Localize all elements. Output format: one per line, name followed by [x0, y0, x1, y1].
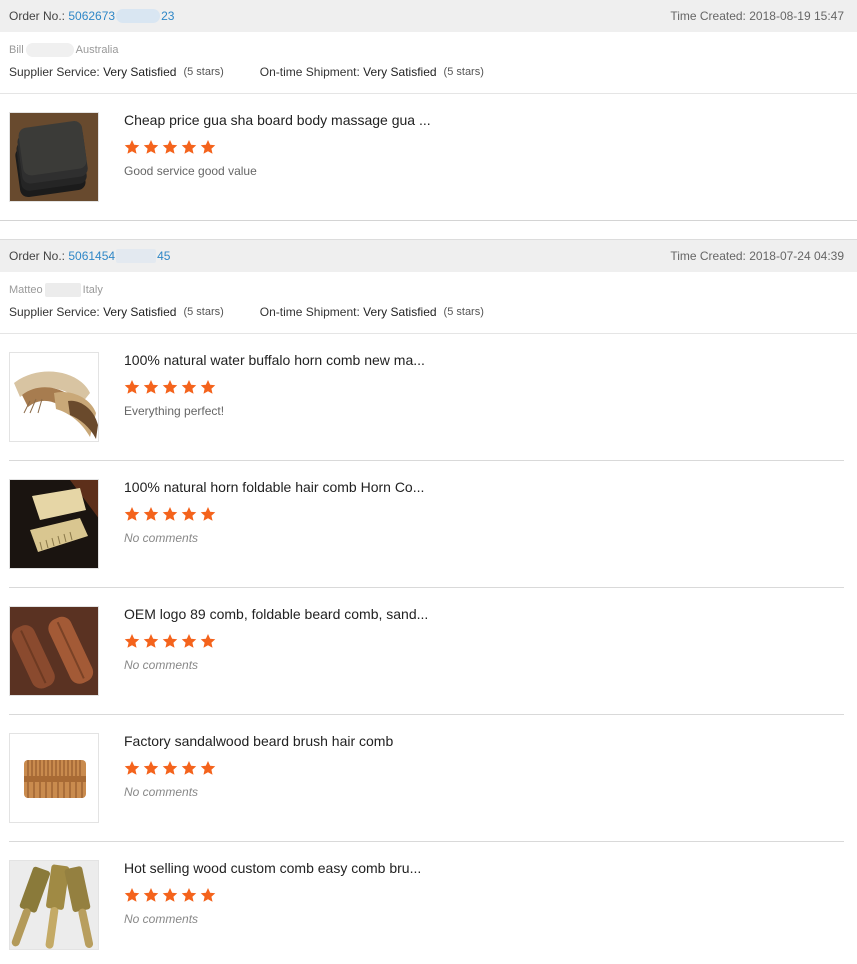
product-name[interactable]: OEM logo 89 comb, foldable beard comb, s… [124, 606, 428, 622]
star-icon [162, 380, 178, 394]
buyer-name: Bill Australia [9, 42, 119, 57]
star-icon [181, 507, 197, 521]
product-name[interactable]: Factory sandalwood beard brush hair comb [124, 733, 393, 749]
order-ratings: Supplier Service: Very Satisfied (5 stars… [9, 304, 848, 320]
buyer-info: Bill Australia Supplier Service: Very Sat… [0, 32, 857, 80]
redacted-mask [25, 42, 74, 57]
star-icon [124, 507, 140, 521]
review-item: Hot selling wood custom comb easy comb b… [9, 842, 844, 964]
review-item: Factory sandalwood beard brush hair comb… [9, 715, 844, 842]
product-thumbnail[interactable] [9, 606, 99, 696]
order-card: Order No.: 5062673 23 Time Created: 2018-… [0, 0, 857, 221]
product-thumbnail[interactable] [9, 112, 99, 202]
redacted-mask [116, 249, 157, 264]
order-number: Order No.: 5062673 23 [9, 9, 174, 24]
order-number-label: Order No.: [9, 8, 66, 23]
product-thumbnail[interactable] [9, 479, 99, 569]
time-created: Time Created: 2018-08-19 15:47 [670, 9, 844, 23]
star-icon [162, 888, 178, 902]
star-icon [200, 761, 216, 775]
star-icon [143, 888, 159, 902]
order-number-link[interactable]: 5061454 45 [68, 249, 170, 264]
supplier-service-value: Very Satisfied [103, 65, 177, 79]
review-item: Cheap price gua sha board body massage g… [9, 94, 844, 221]
review-comment: No comments [124, 531, 199, 545]
supplier-stars-text: (5 stars) [183, 66, 224, 78]
shipment-value: Very Satisfied [363, 305, 437, 319]
order-number-link[interactable]: 5062673 23 [68, 9, 174, 24]
order-header: Order No.: 5061454 45 Time Created: 2018-… [0, 239, 857, 272]
star-icon [143, 507, 159, 521]
shipment-stars-text: (5 stars) [443, 306, 484, 318]
review-item: 100% natural horn foldable hair comb Hor… [9, 461, 844, 588]
star-icon [143, 761, 159, 775]
rating-stars [124, 506, 216, 522]
shipment-label: On-time Shipment: [259, 65, 360, 79]
star-icon [200, 634, 216, 648]
star-icon [200, 888, 216, 902]
product-name[interactable]: Hot selling wood custom comb easy comb b… [124, 860, 421, 876]
supplier-service-label: Supplier Service: [9, 65, 100, 79]
redacted-mask [44, 282, 81, 297]
review-comment: No comments [124, 785, 199, 799]
product-name[interactable]: 100% natural horn foldable hair comb Hor… [124, 479, 424, 495]
star-icon [143, 634, 159, 648]
star-icon [200, 380, 216, 394]
star-icon [162, 761, 178, 775]
star-icon [181, 888, 197, 902]
rating-stars [124, 760, 216, 776]
star-icon [200, 140, 216, 154]
order-separator [0, 220, 857, 240]
star-icon [162, 507, 178, 521]
order-number: Order No.: 5061454 45 [9, 249, 170, 264]
product-name[interactable]: Cheap price gua sha board body massage g… [124, 112, 431, 128]
supplier-service-label: Supplier Service: [9, 305, 100, 319]
star-icon [200, 507, 216, 521]
product-thumbnail[interactable] [9, 352, 99, 442]
supplier-stars-text: (5 stars) [183, 306, 224, 318]
star-icon [124, 140, 140, 154]
supplier-service-value: Very Satisfied [103, 305, 177, 319]
star-icon [181, 634, 197, 648]
review-comment: Everything perfect! [124, 404, 225, 418]
order-ratings: Supplier Service: Very Satisfied (5 stars… [9, 64, 848, 80]
star-icon [124, 888, 140, 902]
shipment-value: Very Satisfied [363, 65, 437, 79]
order-card: Order No.: 5061454 45 Time Created: 2018-… [0, 239, 857, 964]
star-icon [124, 380, 140, 394]
redacted-mask [116, 9, 161, 24]
review-comment: No comments [124, 658, 199, 672]
star-icon [124, 761, 140, 775]
star-icon [143, 380, 159, 394]
star-icon [143, 140, 159, 154]
rating-stars [124, 379, 216, 395]
review-comment: No comments [124, 912, 199, 926]
review-item: OEM logo 89 comb, foldable beard comb, s… [9, 588, 844, 715]
rating-stars [124, 139, 216, 155]
order-header: Order No.: 5062673 23 Time Created: 2018-… [0, 0, 857, 32]
product-thumbnail[interactable] [9, 733, 99, 823]
product-name[interactable]: 100% natural water buffalo horn comb new… [124, 352, 425, 368]
star-icon [162, 140, 178, 154]
shipment-stars-text: (5 stars) [443, 66, 484, 78]
rating-stars [124, 887, 216, 903]
review-item: 100% natural water buffalo horn comb new… [9, 334, 844, 461]
review-comment: Good service good value [124, 164, 257, 178]
rating-stars [124, 633, 216, 649]
star-icon [162, 634, 178, 648]
order-number-label: Order No.: [9, 248, 66, 263]
buyer-name: Matteo Italy [9, 282, 103, 297]
time-created: Time Created: 2018-07-24 04:39 [670, 249, 844, 263]
star-icon [124, 634, 140, 648]
star-icon [181, 140, 197, 154]
buyer-info: Matteo Italy Supplier Service: Very Satis… [0, 272, 857, 320]
shipment-label: On-time Shipment: [259, 305, 360, 319]
star-icon [181, 380, 197, 394]
product-thumbnail[interactable] [9, 860, 99, 950]
star-icon [181, 761, 197, 775]
